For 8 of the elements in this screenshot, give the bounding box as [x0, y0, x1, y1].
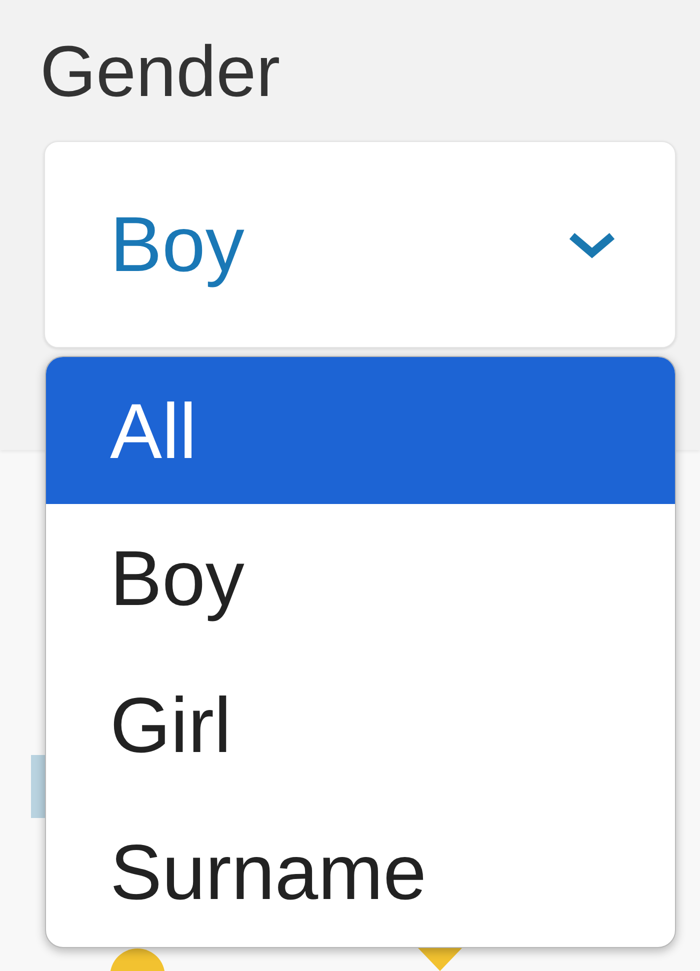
- chevron-down-icon: [567, 230, 617, 258]
- field-label: Gender: [40, 36, 280, 108]
- dropdown-option[interactable]: Girl: [46, 651, 675, 798]
- gender-select[interactable]: Boy: [44, 141, 676, 348]
- dropdown-option[interactable]: All: [46, 357, 675, 504]
- dropdown-option[interactable]: Surname: [46, 798, 675, 945]
- triangle-icon: [418, 948, 462, 971]
- dropdown-option[interactable]: Boy: [46, 504, 675, 651]
